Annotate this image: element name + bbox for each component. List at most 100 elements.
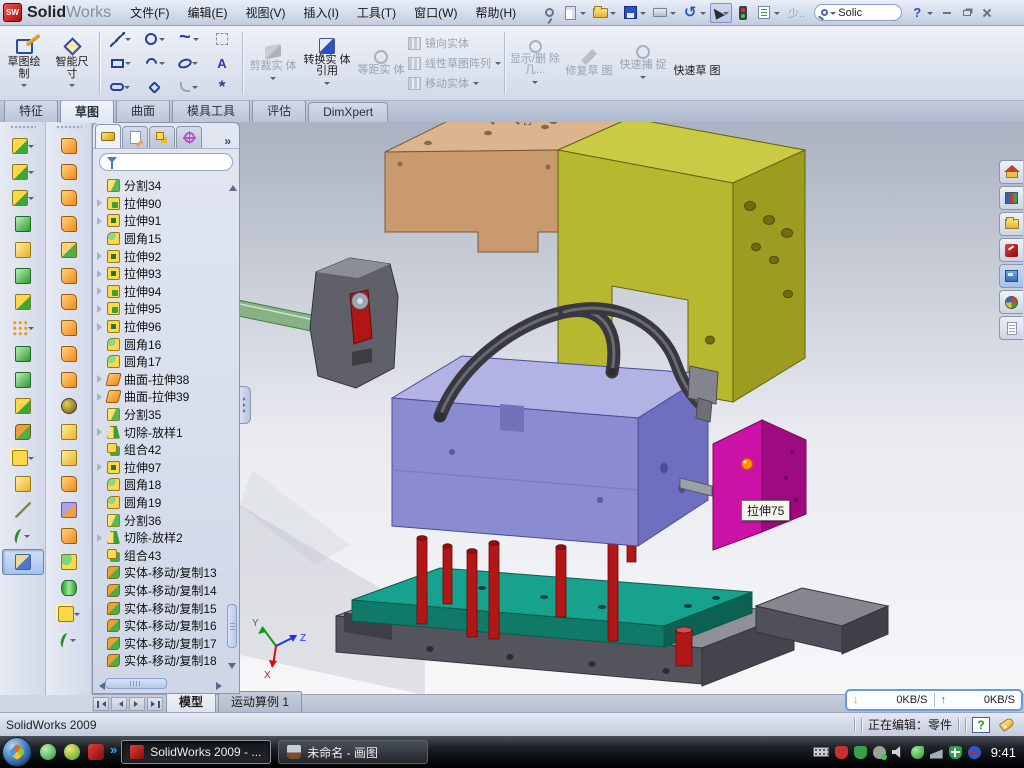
sketch-line-button[interactable]	[103, 27, 137, 51]
chevron-down-icon[interactable]	[125, 38, 131, 44]
tree-item[interactable]: 圆角15	[95, 230, 226, 248]
feature-axis-button[interactable]	[2, 497, 44, 523]
tree-item[interactable]: 切除-放样1	[95, 423, 226, 441]
chevron-down-icon[interactable]	[774, 12, 780, 18]
tree-item[interactable]: 拉伸95	[95, 300, 226, 318]
chevron-down-icon[interactable]	[610, 12, 616, 18]
cmd-convert-button[interactable]: 转换实 体引用	[300, 36, 354, 90]
tree-item[interactable]: 拉伸92	[95, 247, 226, 265]
sketch-polygon-button[interactable]	[137, 75, 171, 99]
expand-arrow-icon[interactable]	[97, 463, 106, 471]
tree-item[interactable]: 切除-放样2	[95, 529, 226, 547]
tab-特征[interactable]: 特征	[4, 99, 58, 122]
expand-arrow-icon[interactable]	[97, 252, 106, 260]
tab-configurationmanager[interactable]	[149, 126, 175, 148]
feature-wrap-button[interactable]	[2, 289, 44, 315]
search-input[interactable]: Solic	[838, 7, 862, 19]
chevron-down-icon[interactable]	[28, 171, 34, 177]
antivirus-ball-icon[interactable]	[64, 744, 80, 760]
surface-delete-face-button[interactable]	[48, 393, 90, 419]
tab-scroll-left-button[interactable]	[111, 697, 127, 711]
surface-planar-surface-button[interactable]	[48, 289, 90, 315]
toolbar-grip[interactable]	[56, 125, 82, 130]
chevron-down-icon[interactable]	[28, 197, 34, 203]
tab-曲面[interactable]: 曲面	[116, 99, 170, 122]
cmd-trim-button[interactable]: 剪裁实 体	[246, 42, 300, 85]
tag-icon[interactable]	[999, 717, 1016, 732]
defense-shield-icon[interactable]	[854, 746, 867, 759]
tab-DimXpert[interactable]: DimXpert	[308, 102, 388, 122]
sketch-ellipse-button[interactable]	[171, 51, 205, 75]
tree-item[interactable]: 圆角16	[95, 335, 226, 353]
app-restore-button[interactable]	[957, 5, 976, 21]
search-scope-chevron-icon[interactable]	[830, 12, 836, 18]
feature-extrude-cut-button[interactable]	[2, 159, 44, 185]
feature-pattern-button[interactable]	[2, 315, 44, 341]
sketch-rectangle-button[interactable]	[103, 51, 137, 75]
cmd-move-entities-button[interactable]: 移动实体	[408, 75, 501, 92]
power-leaf-icon[interactable]	[911, 746, 924, 759]
tab-propertymanager[interactable]	[122, 126, 148, 148]
surface-replace-face-button[interactable]	[48, 497, 90, 523]
chevron-down-icon[interactable]	[580, 12, 586, 18]
open-button[interactable]	[590, 3, 610, 22]
toolbar-grip[interactable]	[10, 125, 36, 130]
surface-revolved-surface-button[interactable]	[48, 159, 90, 185]
expand-arrow-icon[interactable]	[97, 375, 106, 383]
expand-arrow-icon[interactable]	[97, 323, 106, 331]
sketch-sketch-fillet-button[interactable]	[171, 75, 205, 99]
cmd-display-delete-button[interactable]: 显示/删 除几...	[508, 38, 562, 89]
cmd-linear-pattern-button[interactable]: 线性草图阵列	[408, 55, 501, 72]
surface-curve-button[interactable]	[48, 627, 90, 653]
chevron-down-icon[interactable]	[670, 12, 676, 18]
menu-item[interactable]: 窗口(W)	[405, 0, 466, 25]
tree-item[interactable]: 实体-移动/复制14	[95, 582, 226, 600]
tab-dimxpertmanager[interactable]	[176, 126, 202, 148]
chevron-down-icon[interactable]	[159, 38, 165, 44]
cmd-snap-button[interactable]: 快速捕 捉	[616, 43, 670, 84]
help-button[interactable]: ?	[907, 3, 927, 22]
scroll-up-icon[interactable]	[229, 181, 237, 191]
tree-item[interactable]: 拉伸90	[95, 195, 226, 213]
feature-plane-button[interactable]	[2, 471, 44, 497]
surface-fillet-surface-button[interactable]	[48, 549, 90, 575]
surface-shell-button[interactable]	[48, 445, 90, 471]
tree-vertical-scrollbar[interactable]	[227, 179, 238, 675]
tab-评估[interactable]: 评估	[252, 99, 306, 122]
surface-reference-plane-button[interactable]	[48, 601, 90, 627]
sprue-block[interactable]	[310, 258, 398, 388]
tree-item[interactable]: 组合42	[95, 441, 226, 459]
taskpane-design-library-button[interactable]	[999, 186, 1023, 210]
chevron-down-icon[interactable]	[21, 84, 27, 90]
cmd-sketch-button[interactable]: 草图绘 制	[0, 35, 48, 92]
support-bracket[interactable]	[558, 122, 805, 402]
menu-item[interactable]: 编辑(E)	[178, 0, 236, 25]
chevron-down-icon[interactable]	[324, 82, 330, 88]
print-button[interactable]	[650, 3, 670, 22]
sketch-point-button[interactable]	[205, 75, 239, 99]
taskpane-file-explorer-button[interactable]	[999, 212, 1023, 236]
chevron-down-icon[interactable]	[192, 86, 198, 92]
sketch-slot-button[interactable]	[103, 75, 137, 99]
tree-item[interactable]: 拉伸94	[95, 283, 226, 301]
tree-item[interactable]: 圆角19	[95, 494, 226, 512]
slider-block[interactable]	[713, 420, 806, 550]
tree-item[interactable]: 实体-移动/复制18	[95, 652, 226, 670]
chevron-down-icon[interactable]	[28, 457, 34, 463]
quick-launch-overflow[interactable]: »	[110, 742, 117, 757]
expand-arrow-icon[interactable]	[97, 270, 106, 278]
chevron-down-icon[interactable]	[159, 62, 165, 68]
tab-草图[interactable]: 草图	[60, 99, 114, 123]
start-button[interactable]	[2, 737, 32, 767]
taskpane-appearances-button[interactable]	[999, 290, 1023, 314]
scroll-right-icon[interactable]	[216, 682, 226, 690]
chevron-down-icon[interactable]	[192, 62, 198, 68]
expand-arrow-icon[interactable]	[97, 393, 106, 401]
feature-extrude-boss-button[interactable]	[2, 133, 44, 159]
surface-move-face-button[interactable]	[48, 471, 90, 497]
save-button[interactable]	[620, 3, 640, 22]
feature-boss-button[interactable]	[2, 237, 44, 263]
tree-item[interactable]: 拉伸96	[95, 318, 226, 336]
doc-tab-运动算例 1[interactable]: 运动算例 1	[218, 691, 302, 712]
expand-arrow-icon[interactable]	[97, 217, 106, 225]
